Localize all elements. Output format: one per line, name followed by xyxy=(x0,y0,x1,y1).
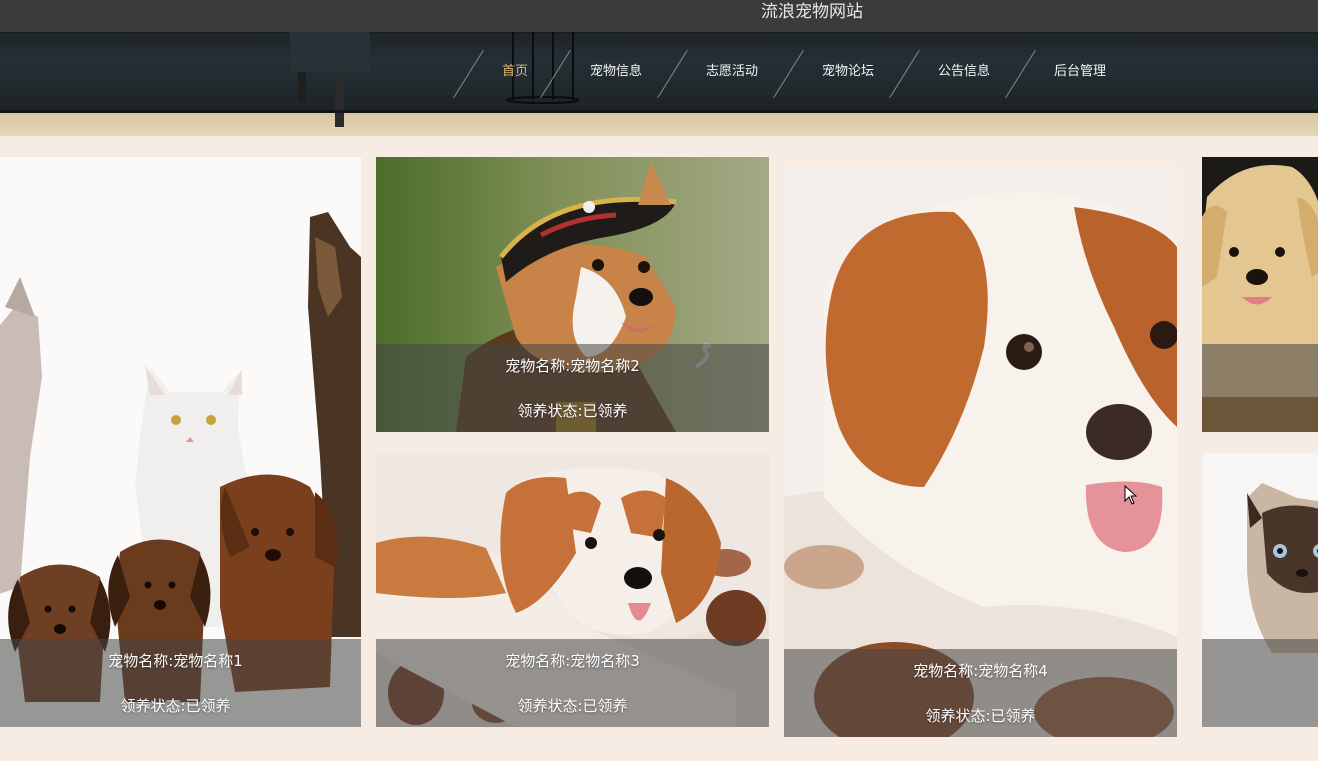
adoption-status-label: 领养状态:已领养 xyxy=(517,697,628,715)
pet-card[interactable]: 宠物名称:宠物名称1 领养状态:已领养 xyxy=(0,157,361,727)
adoption-status-label: 领养状态:已领养 xyxy=(925,707,1036,725)
nav-separator xyxy=(773,49,804,99)
adoption-status-label: 领养状态:已领养 xyxy=(120,697,231,715)
title-bar: 流浪宠物网站 xyxy=(0,0,1318,33)
site-header: 流浪宠物网站 首页 宠物信息 志愿活动 宠物论坛 公告信息 后台管理 xyxy=(0,0,1318,136)
pet-name-label: 宠物名称:宠物名称2 xyxy=(505,357,640,375)
pet-card[interactable] xyxy=(1202,453,1318,727)
nav-separator xyxy=(1005,49,1036,99)
mouse-cursor-icon xyxy=(1124,485,1138,505)
pet-name-label: 宠物名称:宠物名称4 xyxy=(913,662,1048,680)
nav-separator xyxy=(657,49,688,99)
nav-item-announcements[interactable]: 公告信息 xyxy=(938,46,990,98)
pet-card[interactable]: 宠物名称:宠物名称4 领养状态:已领养 xyxy=(784,167,1177,737)
caption-overlay xyxy=(1202,639,1318,727)
nav-item-home[interactable]: 首页 xyxy=(502,46,528,98)
nav-item-volunteer[interactable]: 志愿活动 xyxy=(706,46,758,98)
nav-separator xyxy=(453,49,484,99)
pet-name-label: 宠物名称:宠物名称3 xyxy=(505,652,640,670)
nav-separator xyxy=(889,49,920,99)
pet-card[interactable]: 宠物名称:宠物名称3 领养状态:已领养 xyxy=(376,453,769,727)
pet-card[interactable]: 宠物名称:宠物名称2 领养状态:已领养 xyxy=(376,157,769,432)
nav-separator xyxy=(540,49,571,99)
main-navigation: 首页 宠物信息 志愿活动 宠物论坛 公告信息 后台管理 xyxy=(450,46,1150,99)
nav-item-forum[interactable]: 宠物论坛 xyxy=(822,46,874,98)
floor-edge-decoration xyxy=(0,110,1318,113)
pet-name-label: 宠物名称:宠物名称1 xyxy=(108,652,243,670)
caption-overlay xyxy=(1202,344,1318,432)
adoption-status-label: 领养状态:已领养 xyxy=(517,402,628,420)
nav-item-admin[interactable]: 后台管理 xyxy=(1054,46,1106,98)
pet-card[interactable] xyxy=(1202,157,1318,432)
site-title: 流浪宠物网站 xyxy=(761,2,863,22)
nav-item-pet-info[interactable]: 宠物信息 xyxy=(590,46,642,98)
